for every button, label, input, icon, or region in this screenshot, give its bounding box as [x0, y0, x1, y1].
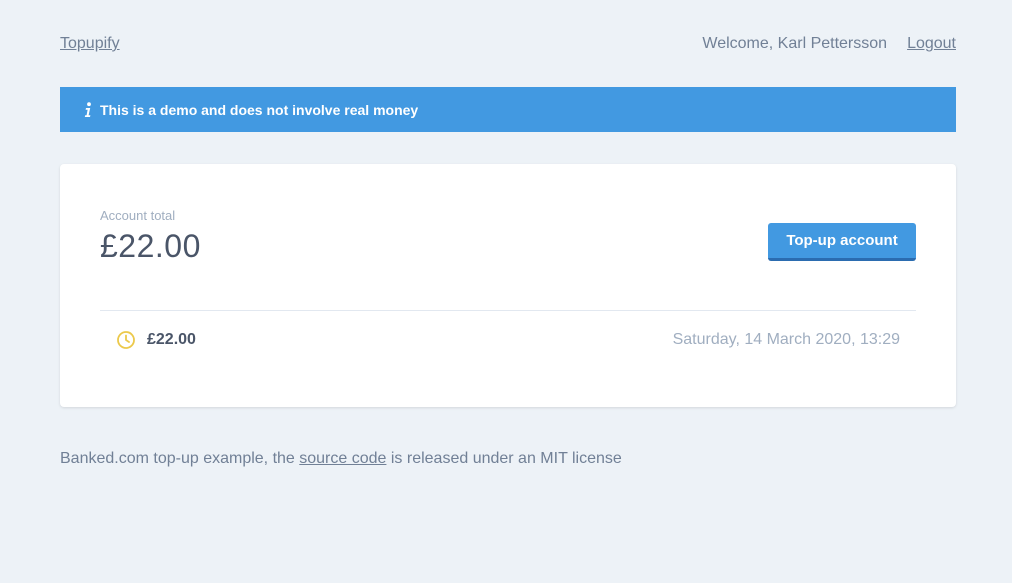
transaction-row: £22.00 Saturday, 14 March 2020, 13:29: [100, 311, 916, 369]
account-card: Account total £22.00 Top-up account £22.…: [60, 164, 956, 407]
notice-text: This is a demo and does not involve real…: [100, 101, 419, 118]
transaction-date: Saturday, 14 March 2020, 13:29: [672, 331, 900, 348]
user-area: Welcome, Karl Pettersson Logout: [702, 35, 956, 53]
footer-prefix: Banked.com top-up example, the: [60, 450, 300, 467]
topup-account-button[interactable]: Top-up account: [768, 223, 916, 261]
demo-notice-banner: This is a demo and does not involve real…: [60, 87, 956, 132]
transaction-amount: £22.00: [147, 331, 196, 348]
welcome-text: Welcome, Karl Pettersson: [702, 35, 888, 52]
info-icon: [82, 100, 94, 120]
page: Topupify Welcome, Karl Pettersson Logout…: [0, 0, 1012, 583]
footer: Banked.com top-up example, the source co…: [60, 450, 622, 468]
transaction-left: £22.00: [116, 330, 196, 350]
brand-link[interactable]: Topupify: [60, 35, 120, 53]
account-total-label: Account total: [100, 208, 176, 223]
footer-suffix: is released under an MIT license: [386, 450, 622, 467]
logout-link[interactable]: Logout: [907, 35, 956, 53]
source-code-link[interactable]: source code: [299, 450, 386, 467]
clock-icon: [116, 330, 136, 350]
account-total-amount: £22.00: [100, 228, 201, 264]
top-nav: Topupify Welcome, Karl Pettersson Logout: [60, 33, 956, 55]
